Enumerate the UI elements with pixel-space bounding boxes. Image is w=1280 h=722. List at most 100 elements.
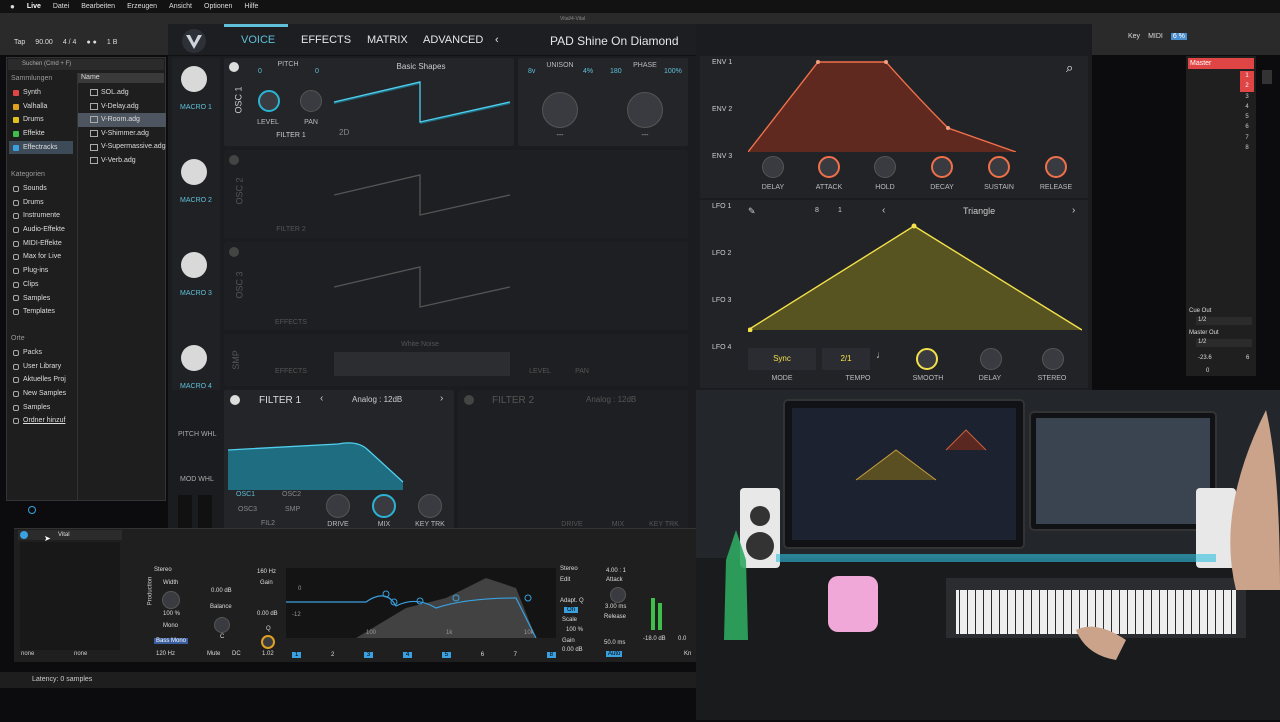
lfo-tempo-value[interactable]: 2/1 <box>822 348 870 370</box>
collection-drums[interactable]: Drums <box>13 113 75 127</box>
place-user-library[interactable]: User Library <box>13 360 77 374</box>
comp-attack-value[interactable]: 3.00 ms <box>605 604 626 610</box>
utility-stereo-mode[interactable]: Stereo <box>154 567 172 573</box>
vital-logo-icon[interactable] <box>180 28 208 54</box>
lfo3-tab[interactable]: LFO 3 <box>712 297 731 304</box>
sidechain-a[interactable]: none <box>21 651 34 657</box>
eq-band-3[interactable]: 3 <box>363 652 374 658</box>
route-osc2[interactable]: OSC2 <box>282 491 301 498</box>
preset-prev-icon[interactable]: ‹ <box>495 34 499 46</box>
filter1-drive-knob[interactable] <box>326 494 350 518</box>
eq-band-7[interactable]: 7 <box>514 652 517 658</box>
scale-value[interactable]: 100 % <box>566 627 583 633</box>
menu-ansicht[interactable]: Ansicht <box>169 3 192 10</box>
category-samples[interactable]: Samples <box>13 292 77 306</box>
phase-spread-value[interactable]: --- <box>635 132 655 139</box>
comp-ratio[interactable]: 4.00 : 1 <box>606 568 626 574</box>
lfo-shape-prev-icon[interactable]: ‹ <box>882 205 885 216</box>
track-scroll-icon[interactable] <box>1262 70 1272 84</box>
filter2-power-toggle[interactable] <box>464 395 474 405</box>
file-item[interactable]: V-Verb.adg <box>90 154 166 168</box>
category-plug-ins[interactable]: Plug-ins <box>13 264 77 278</box>
collection-valhalla[interactable]: Valhalla <box>13 100 75 114</box>
lfo-shape-next-icon[interactable]: › <box>1072 205 1075 216</box>
vital-device-title[interactable]: Vital <box>18 530 122 540</box>
lfo-grid-y[interactable]: 1 <box>838 207 842 214</box>
eq-edit-button[interactable]: Edit <box>560 577 570 583</box>
bar-count[interactable]: 1 B <box>107 39 118 46</box>
lfo-stereo-knob[interactable] <box>1042 348 1064 370</box>
metronome-icon[interactable]: ● ● <box>86 39 96 46</box>
osc1-pitch-right[interactable]: 0 <box>315 68 319 75</box>
utility-mono-toggle[interactable]: Mono <box>163 623 178 629</box>
category-audio-effekte[interactable]: Audio-Effekte <box>13 223 77 237</box>
osc1-filter-route[interactable]: FILTER 1 <box>262 132 320 139</box>
category-clips[interactable]: Clips <box>13 278 77 292</box>
macro-4-knob[interactable] <box>181 345 207 371</box>
unison-voices[interactable]: 8v <box>528 68 535 75</box>
master-out-select[interactable]: 1/2 <box>1196 339 1252 347</box>
route-smp[interactable]: SMP <box>285 506 300 513</box>
cue-out-select[interactable]: 1/2 <box>1196 317 1252 325</box>
unison-spread-value[interactable]: --- <box>550 132 570 139</box>
file-item[interactable]: SOL.adg <box>90 86 166 100</box>
eq-band-2[interactable]: 2 <box>331 652 334 658</box>
filter1-power-toggle[interactable] <box>230 395 240 405</box>
file-item-selected[interactable]: V-Room.adg <box>78 113 166 127</box>
key-map-button[interactable]: Key <box>1128 33 1140 40</box>
menu-optionen[interactable]: Optionen <box>204 3 232 10</box>
env-decay-knob[interactable] <box>931 156 953 178</box>
menu-erzeugen[interactable]: Erzeugen <box>127 3 157 10</box>
balance-value[interactable]: C <box>220 634 224 640</box>
macro-1-knob[interactable] <box>181 66 207 92</box>
env-hold-knob[interactable] <box>874 156 896 178</box>
eq-band-1[interactable]: 1 <box>292 652 302 658</box>
tempo-field[interactable]: 90.00 <box>35 39 53 46</box>
unison-spread-knob[interactable] <box>542 92 578 128</box>
lfo-smooth-knob[interactable] <box>916 348 938 370</box>
collection-effekte[interactable]: Effekte <box>13 127 75 141</box>
file-item[interactable]: V-Supermassive.adg <box>90 140 166 154</box>
eq-gain-value[interactable]: 0.00 dB <box>562 647 583 653</box>
osc3-power-toggle[interactable] <box>229 247 239 257</box>
eq-stereo-mode[interactable]: Stereo <box>560 566 578 572</box>
preset-name[interactable]: PAD Shine On Diamond <box>550 34 679 48</box>
gain-freq[interactable]: 160 Hz <box>257 569 276 575</box>
utility-bass-mono[interactable]: Bass Mono <box>154 638 189 644</box>
gain-value[interactable]: 0.00 dB <box>211 588 232 594</box>
tab-advanced[interactable]: ADVANCED <box>423 34 483 46</box>
utility-width-value[interactable]: 100 % <box>163 611 180 617</box>
comp-makeup[interactable]: 0.0 <box>678 636 686 642</box>
lfo2-tab[interactable]: LFO 2 <box>712 250 731 257</box>
phase-randomize[interactable]: 100% <box>664 68 682 75</box>
osc3-wavetable-display[interactable] <box>333 262 511 312</box>
osc2-wavetable-display[interactable] <box>333 170 511 220</box>
osc1-mode[interactable]: 2D <box>339 128 349 137</box>
preview-icon[interactable] <box>28 506 36 514</box>
tab-voice[interactable]: VOICE <box>241 34 275 46</box>
category-instrumente[interactable]: Instrumente <box>13 209 77 223</box>
scene-launch[interactable]: 4 <box>1240 102 1254 112</box>
eq-band-6[interactable]: 6 <box>481 652 484 658</box>
osc1-pitch-left[interactable]: 0 <box>258 68 262 75</box>
lfo-shape-name[interactable]: Triangle <box>963 206 995 216</box>
osc1-wavetable-display[interactable] <box>333 74 511 130</box>
master-title[interactable]: Master <box>1188 58 1254 69</box>
category-templates[interactable]: Templates <box>13 305 77 319</box>
scene-launch[interactable]: 7 <box>1240 133 1254 143</box>
utility-width-knob[interactable] <box>162 591 180 609</box>
pencil-icon[interactable]: ✎ <box>748 206 756 217</box>
osc1-level-knob[interactable] <box>258 90 280 112</box>
place-packs[interactable]: Packs <box>13 346 77 360</box>
filter1-type[interactable]: Analog : 12dB <box>352 395 402 404</box>
tab-matrix[interactable]: MATRIX <box>367 34 408 46</box>
balance-knob[interactable] <box>214 617 230 633</box>
lfo-delay-knob[interactable] <box>980 348 1002 370</box>
place-samples[interactable]: Samples <box>13 401 77 415</box>
env3-tab[interactable]: ENV 3 <box>712 153 732 160</box>
adaptive-q-toggle[interactable]: On <box>564 607 579 613</box>
env-delay-knob[interactable] <box>762 156 784 178</box>
scene-launch[interactable]: 6 <box>1240 122 1254 132</box>
scene-launch[interactable]: 2 <box>1240 81 1254 92</box>
utility-bass-freq[interactable]: 120 Hz <box>156 651 175 657</box>
